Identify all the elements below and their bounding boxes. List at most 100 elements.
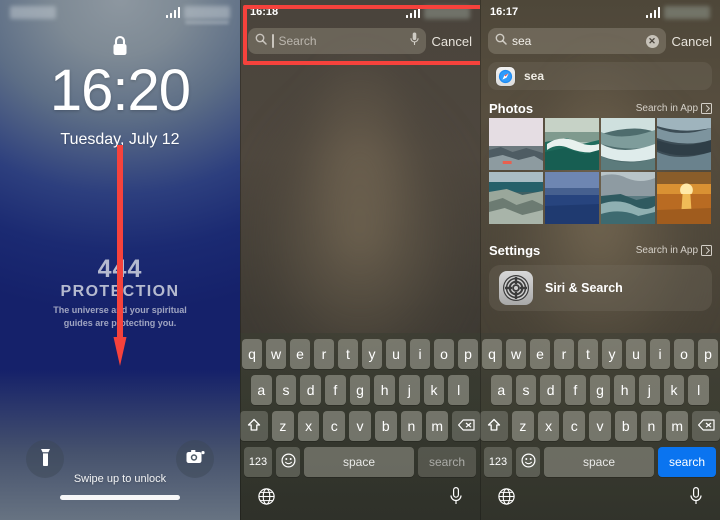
key-g[interactable]: g <box>349 375 371 405</box>
emoji-key[interactable] <box>516 447 540 477</box>
open-in-app-icon <box>701 245 712 256</box>
home-indicator[interactable] <box>60 495 180 500</box>
key-x[interactable]: x <box>537 411 560 441</box>
backspace-key[interactable] <box>692 411 720 441</box>
key-h[interactable]: h <box>614 375 636 405</box>
key-w[interactable]: w <box>266 339 286 369</box>
key-z[interactable]: z <box>511 411 534 441</box>
key-m[interactable]: m <box>426 411 449 441</box>
swipe-up-hint: Swipe up to unlock <box>73 473 167 485</box>
backspace-icon <box>697 418 715 434</box>
status-redacted-line <box>185 20 229 24</box>
key-q[interactable]: q <box>482 339 502 369</box>
photos-search-in-app-link[interactable]: Search in App <box>636 103 712 114</box>
dictation-microphone-icon[interactable] <box>690 487 702 510</box>
shift-key[interactable] <box>240 411 268 441</box>
key-t[interactable]: t <box>338 339 358 369</box>
clear-icon[interactable]: ✕ <box>645 34 659 48</box>
key-z[interactable]: z <box>271 411 294 441</box>
red-down-arrow-annotation <box>113 145 127 372</box>
settings-search-in-app-label: Search in App <box>635 245 698 256</box>
key-q[interactable]: q <box>242 339 262 369</box>
key-a[interactable]: a <box>250 375 272 405</box>
key-i[interactable]: i <box>410 339 430 369</box>
key-j[interactable]: j <box>639 375 660 405</box>
key-b[interactable]: b <box>614 411 637 441</box>
open-in-app-icon <box>701 103 712 114</box>
key-a[interactable]: a <box>490 375 512 405</box>
key-x[interactable]: x <box>297 411 320 441</box>
status-bar-left: 16:17 <box>490 6 518 18</box>
photos-section-header: Photos Search in App <box>489 101 712 116</box>
key-f[interactable]: f <box>325 375 346 405</box>
settings-search-in-app-link[interactable]: Search in App <box>636 245 712 256</box>
photo-thumbnail[interactable] <box>545 172 599 224</box>
key-k[interactable]: k <box>423 375 445 405</box>
settings-result-row[interactable]: Siri & Search <box>489 265 712 311</box>
key-b[interactable]: b <box>374 411 397 441</box>
photo-thumbnail[interactable] <box>657 172 711 224</box>
key-u[interactable]: u <box>386 339 406 369</box>
search-key[interactable]: search <box>418 447 476 477</box>
key-d[interactable]: d <box>300 375 321 405</box>
key-p[interactable]: p <box>458 339 478 369</box>
key-s[interactable]: s <box>275 375 297 405</box>
keyboard-row-2: a s d f g h j k l <box>240 375 480 405</box>
photo-thumbnail[interactable] <box>601 118 655 170</box>
flashlight-icon <box>40 448 51 471</box>
key-u[interactable]: u <box>626 339 646 369</box>
key-l[interactable]: l <box>448 375 470 405</box>
key-m[interactable]: m <box>666 411 689 441</box>
photo-thumbnail[interactable] <box>657 118 711 170</box>
search-input[interactable]: sea ✕ <box>488 28 666 54</box>
key-d[interactable]: d <box>540 375 561 405</box>
key-c[interactable]: c <box>563 411 586 441</box>
photo-thumbnail[interactable] <box>489 118 543 170</box>
globe-icon[interactable] <box>258 487 275 510</box>
numbers-key[interactable]: 123 <box>484 447 512 477</box>
numbers-key[interactable]: 123 <box>244 447 272 477</box>
globe-icon[interactable] <box>498 487 515 510</box>
status-bar-time: 16:17 <box>490 6 519 18</box>
key-n[interactable]: n <box>640 411 663 441</box>
key-y[interactable]: y <box>362 339 382 369</box>
search-key[interactable]: search <box>658 447 716 477</box>
key-o[interactable]: o <box>674 339 694 369</box>
key-e[interactable]: e <box>530 339 550 369</box>
key-r[interactable]: r <box>554 339 574 369</box>
key-j[interactable]: j <box>399 375 420 405</box>
search-suggestion-row[interactable]: sea <box>488 62 712 90</box>
cancel-button[interactable]: Cancel <box>672 34 714 49</box>
photo-thumbnail[interactable] <box>545 118 599 170</box>
backspace-key[interactable] <box>452 411 480 441</box>
photo-thumbnail[interactable] <box>601 172 655 224</box>
key-h[interactable]: h <box>374 375 396 405</box>
space-key[interactable]: space <box>544 447 654 477</box>
key-g[interactable]: g <box>589 375 611 405</box>
key-w[interactable]: w <box>506 339 526 369</box>
key-r[interactable]: r <box>314 339 334 369</box>
key-f[interactable]: f <box>565 375 586 405</box>
key-i[interactable]: i <box>650 339 670 369</box>
key-e[interactable]: e <box>290 339 310 369</box>
key-p[interactable]: p <box>698 339 718 369</box>
key-y[interactable]: y <box>602 339 622 369</box>
key-o[interactable]: o <box>434 339 454 369</box>
key-n[interactable]: n <box>400 411 423 441</box>
key-v[interactable]: v <box>589 411 611 441</box>
key-l[interactable]: l <box>688 375 710 405</box>
panel-divider <box>240 0 241 520</box>
emoji-icon <box>280 453 296 471</box>
emoji-key[interactable] <box>276 447 300 477</box>
shift-key[interactable] <box>480 411 508 441</box>
photo-thumbnail[interactable] <box>489 172 543 224</box>
camera-icon <box>186 449 205 470</box>
key-v[interactable]: v <box>349 411 371 441</box>
key-c[interactable]: c <box>323 411 346 441</box>
key-t[interactable]: t <box>578 339 598 369</box>
key-s[interactable]: s <box>515 375 537 405</box>
key-k[interactable]: k <box>663 375 685 405</box>
space-key[interactable]: space <box>304 447 414 477</box>
photos-thumbnail-grid <box>489 118 711 224</box>
dictation-microphone-icon[interactable] <box>450 487 462 510</box>
